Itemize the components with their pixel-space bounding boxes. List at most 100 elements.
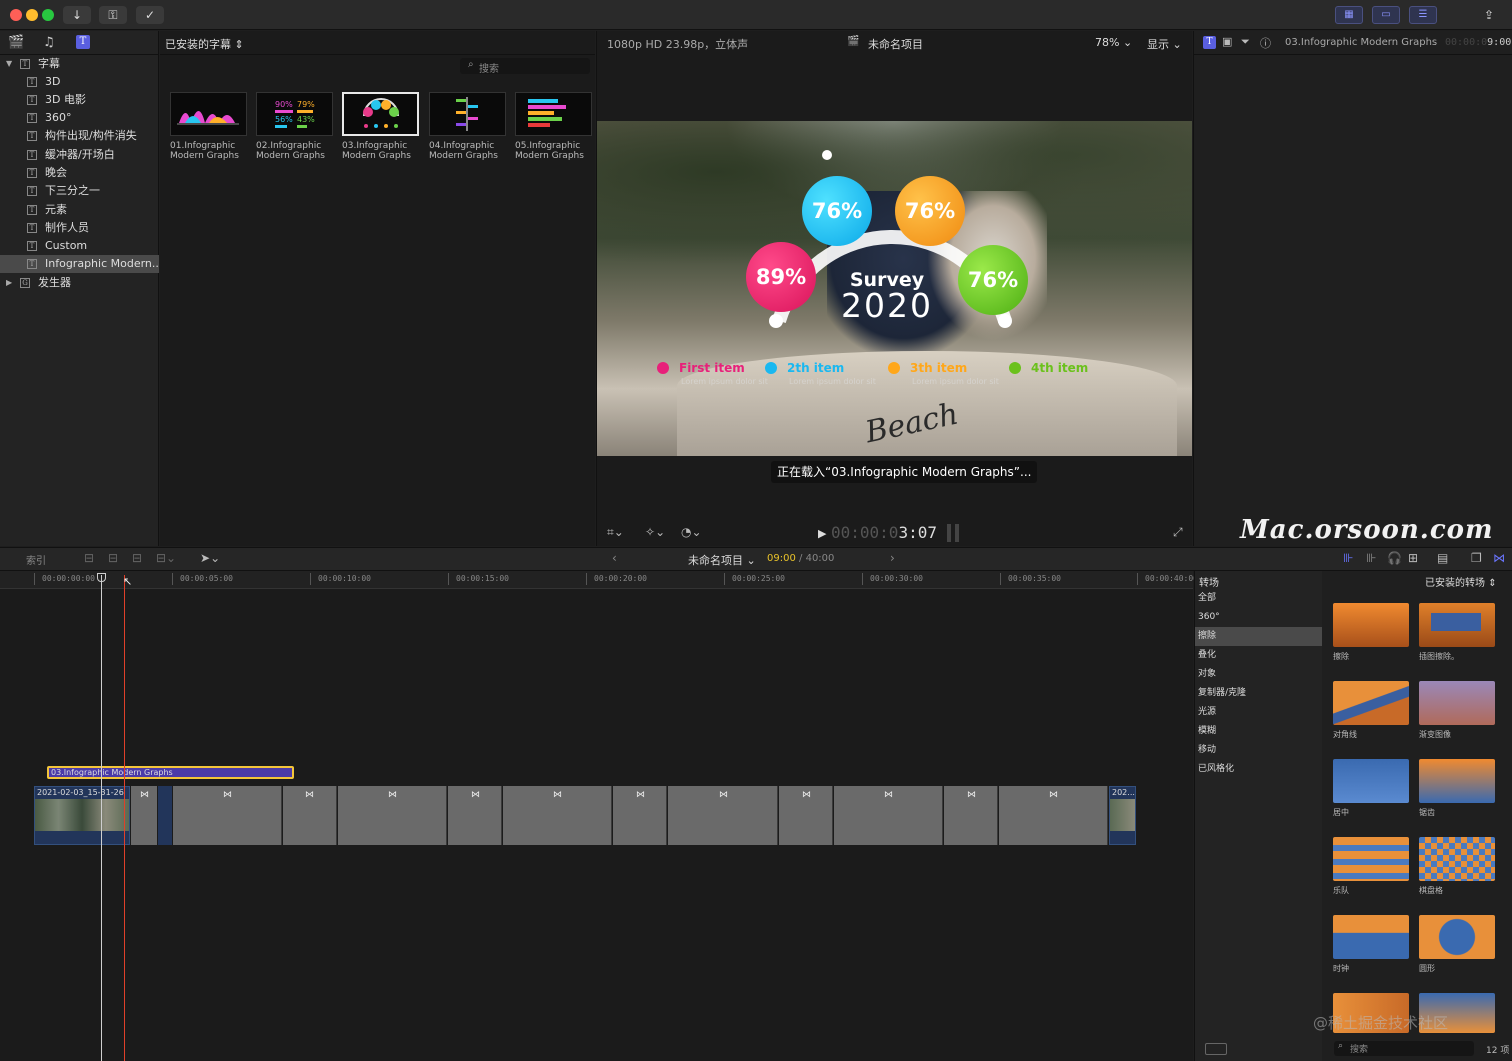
playhead[interactable] <box>101 575 102 1061</box>
insert-clip-icon[interactable]: ⊟ <box>108 551 118 565</box>
sidebar-item-lower-thirds[interactable]: T 下三分之一 <box>0 182 159 200</box>
sidebar-item-custom[interactable]: T Custom <box>0 237 159 255</box>
transition-thumb-circle[interactable] <box>1419 915 1495 959</box>
back-button[interactable]: ‹ <box>612 551 617 565</box>
headphones-icon[interactable]: 🎧 <box>1387 551 1402 565</box>
transition-thumb-jaws[interactable] <box>1419 759 1495 803</box>
transition-thumb-center[interactable] <box>1333 759 1409 803</box>
transition-icon[interactable]: ⋈ <box>719 790 728 800</box>
transition-icon[interactable]: ⋈ <box>471 790 480 800</box>
title-thumbnail-04[interactable] <box>429 92 506 136</box>
title-clip[interactable]: 03.Infographic Modern Graphs <box>47 766 294 779</box>
fullscreen-button[interactable]: ⤢ <box>1173 525 1183 540</box>
transition-icon[interactable]: ⋈ <box>140 790 149 800</box>
category-blurs[interactable]: 模糊 <box>1195 722 1323 741</box>
project-dropdown[interactable]: 未命名项目 ⌄ <box>688 552 756 568</box>
import-button[interactable]: ↓ <box>63 6 91 24</box>
browser-title-dropdown[interactable]: 已安装的字幕 ⇕ <box>165 36 244 52</box>
transition-icon[interactable]: ⋈ <box>553 790 562 800</box>
retime-dropdown[interactable]: ◔⌄ <box>681 525 702 539</box>
transition-thumb-clock[interactable] <box>1333 915 1409 959</box>
sidebar-item-360[interactable]: T 360° <box>0 109 159 127</box>
search-field[interactable]: ⌕ 搜索 <box>460 58 590 75</box>
transition-icon[interactable]: ⋈ <box>305 790 314 800</box>
title-thumbnail-03[interactable] <box>342 92 419 136</box>
zoom-dropdown[interactable]: 78% ⌄ <box>1095 36 1132 49</box>
transition-thumb-diagonal[interactable] <box>1333 681 1409 725</box>
share-button[interactable]: ⇪ <box>1476 6 1502 24</box>
timeline-ruler[interactable]: 00:00:00:00 00:00:05:00 00:00:10:00 00:0… <box>0 571 1198 589</box>
transition-thumb-wipe[interactable] <box>1333 603 1409 647</box>
title-thumbnail-05[interactable] <box>515 92 592 136</box>
sidebar-item-3d-cinematic[interactable]: T 3D 电影 <box>0 91 159 109</box>
info-icon[interactable]: ⓘ <box>1260 35 1271 51</box>
timeline-toggle-button[interactable]: ▭ <box>1372 6 1400 24</box>
transition-thumb-checker[interactable] <box>1419 837 1495 881</box>
category-wipes[interactable]: 擦除 <box>1195 627 1323 646</box>
clip-appearance-icon[interactable]: ▤ <box>1437 551 1448 565</box>
transition-icon[interactable]: ⋈ <box>967 790 976 800</box>
video-clip-1[interactable]: 2021-02-03_15-31-26 <box>34 786 130 845</box>
video-clip-last[interactable]: 202... <box>1109 786 1136 845</box>
display-dropdown[interactable]: 显示 ⌄ <box>1147 36 1182 52</box>
transition-icon[interactable]: ⋈ <box>884 790 893 800</box>
enhance-dropdown[interactable]: ✧⌄ <box>645 525 665 539</box>
sidebar-toggle-icon[interactable] <box>1205 1043 1227 1055</box>
title-thumbnail-02[interactable]: 90% 79% 56% 43% <box>256 92 333 136</box>
disclosure-right-icon[interactable]: ▶ <box>6 274 12 292</box>
sidebar-item-elements[interactable]: T 元素 <box>0 201 159 219</box>
transition-icon[interactable]: ⋈ <box>802 790 811 800</box>
playhead-handle[interactable] <box>97 573 106 582</box>
title-thumbnail-01[interactable] <box>170 92 247 136</box>
sidebar-item-bumper-opener[interactable]: T 缓冲器/开场白 <box>0 146 159 164</box>
category-lights[interactable]: 光源 <box>1195 703 1323 722</box>
category-objects[interactable]: 对象 <box>1195 665 1323 684</box>
transition-icon[interactable]: ⋈ <box>223 790 232 800</box>
sidebar-item-build-in-out[interactable]: T 构件出现/构件消失 <box>0 127 159 145</box>
sidebar-item-credits[interactable]: T 制作人员 <box>0 219 159 237</box>
sidebar-item-generators[interactable]: ▶ G 发生器 <box>0 274 159 292</box>
append-clip-icon[interactable]: ⊟ <box>132 551 142 565</box>
select-tool-dropdown[interactable]: ➤⌄ <box>200 551 220 565</box>
title-inspector-icon[interactable]: T <box>1203 36 1216 49</box>
transition-thumb-inset-wipe[interactable] <box>1419 603 1495 647</box>
category-movements[interactable]: 移动 <box>1195 741 1323 760</box>
keywords-button[interactable]: ⚿ <box>99 6 127 24</box>
transition-thumb-gradient[interactable] <box>1419 681 1495 725</box>
titles-generators-icon[interactable]: T <box>76 35 90 49</box>
inspector-toggle-button[interactable]: ☰ <box>1409 6 1437 24</box>
photos-audio-icon[interactable]: ♫ <box>43 35 55 50</box>
category-all[interactable]: 全部 <box>1195 589 1323 608</box>
effects-browser-icon[interactable]: ❐ <box>1471 551 1482 565</box>
filter-icon[interactable]: ⏷ <box>1241 35 1250 49</box>
transform-dropdown[interactable]: ⌗⌄ <box>607 525 624 540</box>
background-tasks-button[interactable]: ✓ <box>136 6 164 24</box>
index-button[interactable]: 索引 <box>26 552 46 567</box>
video-clip-short[interactable] <box>158 786 172 845</box>
sidebar-item-party[interactable]: T 晚会 <box>0 164 159 182</box>
media-browser-icon[interactable]: 🎬 <box>8 35 24 50</box>
close-window-button[interactable] <box>10 9 22 21</box>
skimming-icon[interactable]: ⊪ <box>1343 551 1353 565</box>
audio-skimming-icon[interactable]: ⊪ <box>1366 551 1376 565</box>
play-button[interactable]: ▶ <box>818 527 826 540</box>
sidebar-item-infographic[interactable]: T Infographic Modern... <box>0 255 159 273</box>
transitions-browser-icon[interactable]: ⋈ <box>1493 551 1505 565</box>
category-dissolves[interactable]: 叠化 <box>1195 646 1323 665</box>
transition-icon[interactable]: ⋈ <box>636 790 645 800</box>
installed-transitions-dropdown[interactable]: 已安装的转场 ⇕ <box>1425 574 1497 589</box>
disclosure-down-icon[interactable]: ▼ <box>6 55 12 73</box>
browser-toggle-button[interactable]: ▦ <box>1335 6 1363 24</box>
snapping-icon[interactable]: ⊞ <box>1408 551 1418 565</box>
transition-thumb-band[interactable] <box>1333 837 1409 881</box>
sidebar-item-3d[interactable]: T 3D <box>0 73 159 91</box>
category-replicator[interactable]: 复制器/克隆 <box>1195 684 1323 703</box>
video-inspector-icon[interactable]: ▣ <box>1222 35 1232 48</box>
zoom-window-button[interactable] <box>42 9 54 21</box>
connect-clip-icon[interactable]: ⊟ <box>84 551 94 565</box>
transitions-search-field[interactable]: ⌕ 搜索 <box>1334 1041 1474 1056</box>
sidebar-item-titles[interactable]: ▼ T 字幕 <box>0 55 159 73</box>
minimize-window-button[interactable] <box>26 9 38 21</box>
category-stylized[interactable]: 已风格化 <box>1195 760 1323 779</box>
forward-button[interactable]: › <box>890 551 895 565</box>
